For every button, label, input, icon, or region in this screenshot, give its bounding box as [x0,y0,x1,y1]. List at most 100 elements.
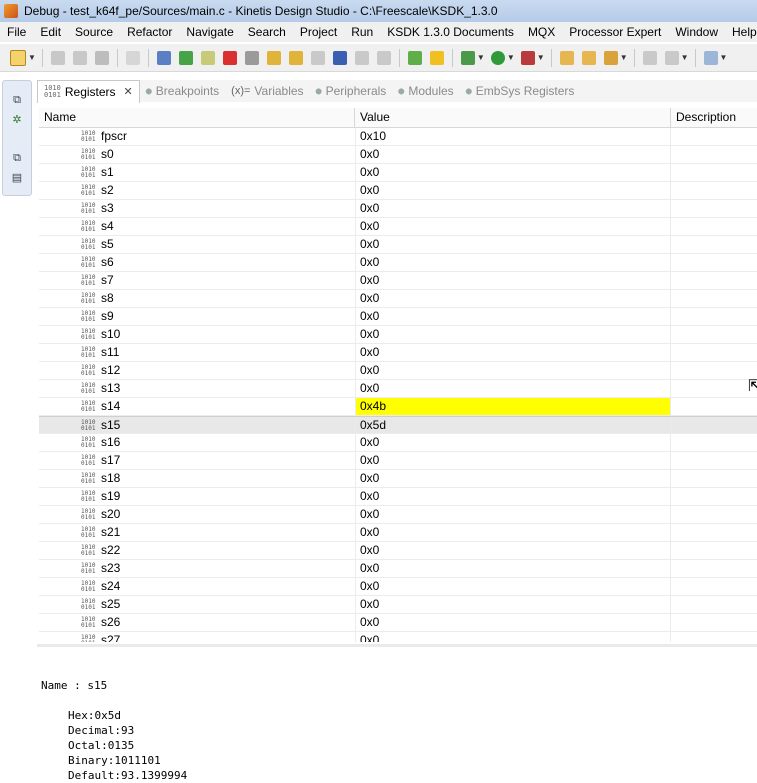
resume-icon[interactable] [178,50,193,65]
save-all-icon[interactable] [72,50,87,65]
table-row[interactable]: 1010 0101 s4 0x0 [39,218,757,236]
register-value-cell[interactable]: 0x0 [355,182,670,199]
step-filter-icon[interactable] [376,50,391,65]
chevron-down-icon[interactable]: ▼ [720,53,728,62]
register-value-cell[interactable]: 0x0 [355,146,670,163]
register-value-cell[interactable]: 0x0 [355,218,670,235]
table-row[interactable]: 1010 0101 s5 0x0 [39,236,757,254]
table-row[interactable]: 1010 0101 s12 0x0 [39,362,757,380]
register-value-cell[interactable]: 0x10 [355,128,670,145]
chevron-down-icon[interactable]: ▼ [477,53,485,62]
register-value-cell[interactable]: 0x0 [355,524,670,541]
external-tools-icon[interactable] [520,50,535,65]
debug-icon[interactable] [460,50,475,65]
menu-file[interactable]: File [0,25,33,39]
chevron-down-icon[interactable]: ▼ [507,53,515,62]
tab-variables[interactable]: (x)= Variables [225,80,309,102]
menu-source[interactable]: Source [68,25,120,39]
outline-view-icon[interactable]: ▤ [10,171,24,185]
menu-search[interactable]: Search [241,25,293,39]
table-row[interactable]: 1010 0101 s8 0x0 [39,290,757,308]
column-header-value[interactable]: Value [355,108,671,127]
register-value-cell[interactable]: 0x0 [355,506,670,523]
suspend-icon[interactable] [200,50,215,65]
register-value-cell[interactable]: 0x0 [355,254,670,271]
print-icon[interactable] [94,50,109,65]
table-row[interactable]: 1010 0101 s18 0x0 [39,470,757,488]
column-header-name[interactable]: Name [39,108,355,127]
table-row[interactable]: 1010 0101 s17 0x0 [39,452,757,470]
register-value-cell[interactable]: 0x0 [355,326,670,343]
table-row[interactable]: 1010 0101 s7 0x0 [39,272,757,290]
table-row[interactable]: 1010 0101 s11 0x0 [39,344,757,362]
register-value-cell[interactable]: 0x4b [355,398,670,415]
table-row[interactable]: 1010 0101 s0 0x0 [39,146,757,164]
register-value-cell[interactable]: 0x0 [355,380,670,397]
menu-navigate[interactable]: Navigate [179,25,240,39]
table-row[interactable]: 1010 0101 s15 0x5d [39,416,757,434]
folder-icon[interactable] [581,50,596,65]
table-row[interactable]: 1010 0101 s2 0x0 [39,182,757,200]
table-row[interactable]: 1010 0101 s10 0x0 [39,326,757,344]
table-row[interactable]: 1010 0101 s3 0x0 [39,200,757,218]
menu-window[interactable]: Window [668,25,725,39]
table-row[interactable]: 10100101 s27 0x0 [39,632,757,642]
register-value-cell[interactable]: 0x5d [355,417,670,434]
debug-view-icon[interactable]: ✲ [10,113,24,127]
register-value-cell[interactable]: 0x0 [355,344,670,361]
step-into-icon[interactable] [266,50,281,65]
table-row[interactable]: 1010 0101 s13 0x0 [39,380,757,398]
table-row[interactable]: 1010 0101 fpscr 0x10 [39,128,757,146]
table-row[interactable]: 1010 0101 s16 0x0 [39,434,757,452]
table-row[interactable]: 1010 0101 s14 0x4b [39,398,757,416]
menu-project[interactable]: Project [293,25,344,39]
annotation-icon[interactable] [664,50,679,65]
menu-edit[interactable]: Edit [33,25,68,39]
chevron-down-icon[interactable]: ▼ [620,53,628,62]
register-value-cell[interactable]: 0x0 [355,632,670,642]
register-value-cell[interactable]: 0x0 [355,596,670,613]
restore-icon[interactable]: ⧉ [10,151,24,165]
register-value-cell[interactable]: 0x0 [355,578,670,595]
register-value-cell[interactable]: 0x0 [355,362,670,379]
skip-breakpoints-icon[interactable] [156,50,171,65]
register-value-cell[interactable]: 0x0 [355,272,670,289]
tab-peripherals[interactable]: ● Peripherals [310,80,393,102]
tab-modules[interactable]: ● Modules [392,80,459,102]
table-row[interactable]: 1010 0101 s23 0x0 [39,560,757,578]
table-row[interactable]: 1010 0101 s6 0x0 [39,254,757,272]
pin-icon[interactable] [642,50,657,65]
table-row[interactable]: 1010 0101 s20 0x0 [39,506,757,524]
table-row[interactable]: 1010 0101 s19 0x0 [39,488,757,506]
register-value-cell[interactable]: 0x0 [355,236,670,253]
step-over-icon[interactable] [288,50,303,65]
table-row[interactable]: 1010 0101 s26 0x0 [39,614,757,632]
restore-icon[interactable]: ⧉ [10,93,24,107]
menu-processor-expert[interactable]: Processor Expert [562,25,668,39]
table-row[interactable]: 1010 0101 s1 0x0 [39,164,757,182]
lightning-icon[interactable] [429,50,444,65]
new-icon[interactable] [10,49,26,66]
navigate-icon[interactable] [703,50,718,65]
save-icon[interactable] [50,50,65,65]
register-value-cell[interactable]: 0x0 [355,308,670,325]
step-return-icon[interactable] [310,50,325,65]
menu-ksdk-1-3-0-documents[interactable]: KSDK 1.3.0 Documents [380,25,521,39]
close-icon[interactable]: ✕ [124,85,133,98]
pane-splitter[interactable] [37,644,757,647]
menu-run[interactable]: Run [344,25,380,39]
register-value-cell[interactable]: 0x0 [355,470,670,487]
menu-mqx[interactable]: MQX [521,25,562,39]
open-folder-icon[interactable] [559,50,574,65]
tab-registers[interactable]: 1010 0101 Registers ✕ [37,79,140,103]
register-value-cell[interactable]: 0x0 [355,434,670,451]
instruction-step-icon[interactable] [332,50,347,65]
menu-help[interactable]: Help [725,25,757,39]
tab-breakpoints[interactable]: ● Breakpoints [140,80,225,102]
terminate-icon[interactable] [222,50,237,65]
run-icon[interactable] [490,50,505,65]
register-value-cell[interactable]: 0x0 [355,560,670,577]
table-row[interactable]: 1010 0101 s25 0x0 [39,596,757,614]
reset-icon[interactable] [407,50,422,65]
register-value-cell[interactable]: 0x0 [355,164,670,181]
